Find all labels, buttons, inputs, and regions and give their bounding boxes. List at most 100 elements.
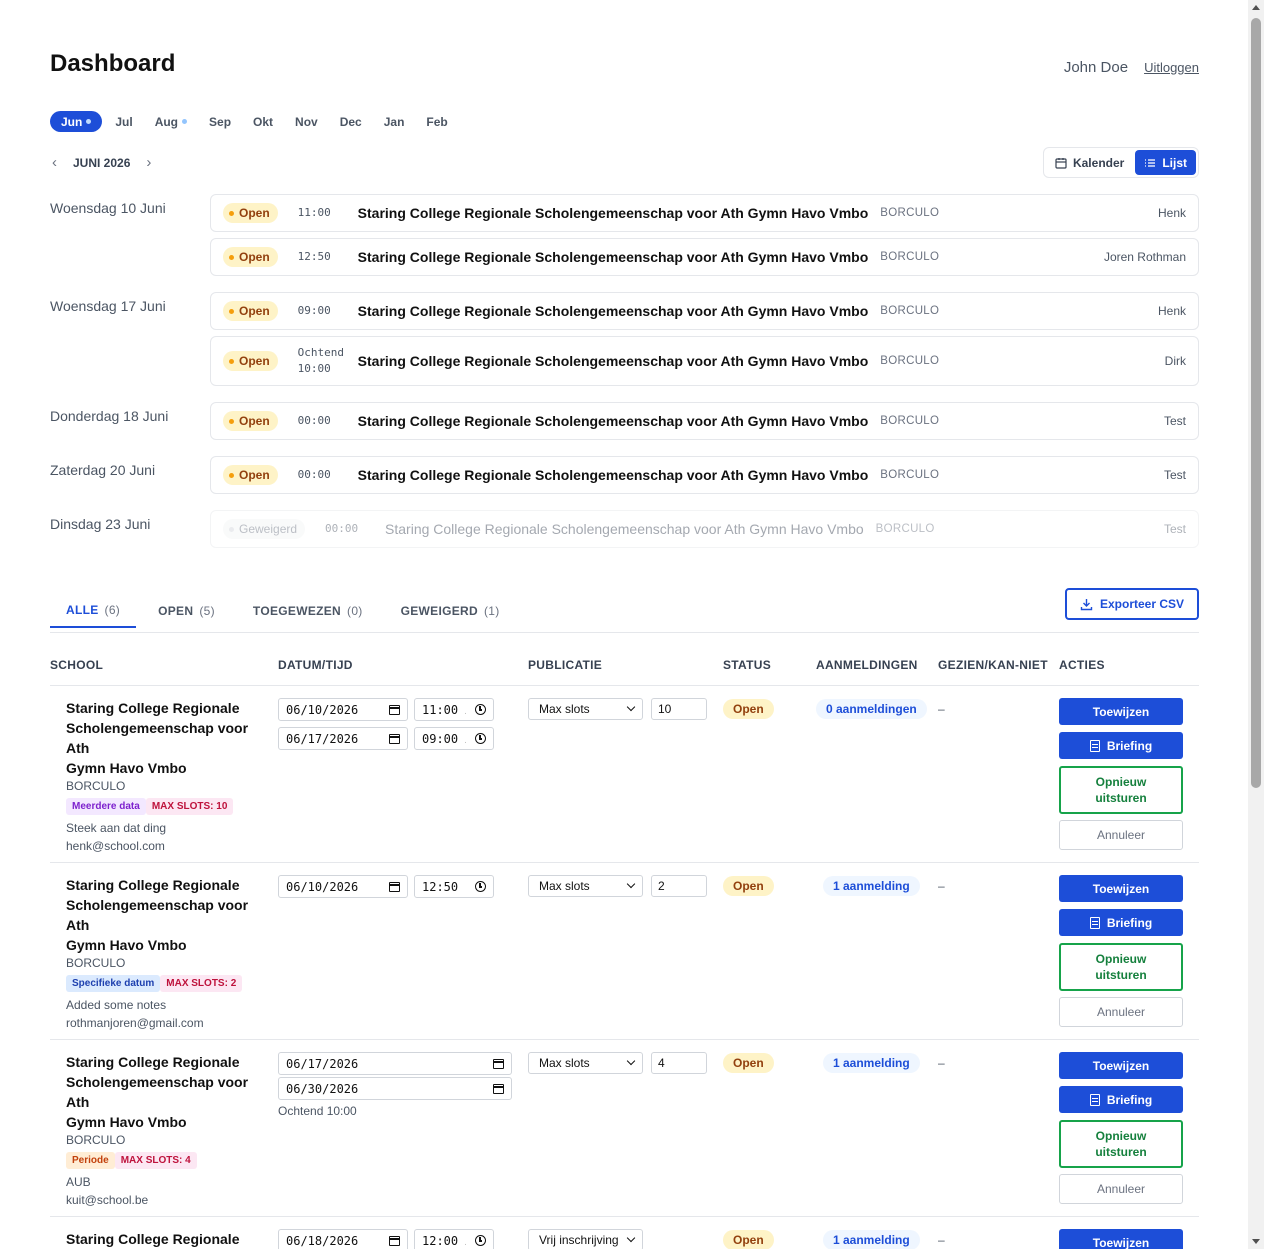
month-pill-nov[interactable]: Nov bbox=[284, 111, 329, 132]
cancel-button[interactable]: Annuleer bbox=[1059, 820, 1183, 850]
calendar-icon[interactable] bbox=[389, 733, 400, 744]
event-card[interactable]: Open 12:50 Staring College Regionale Sch… bbox=[210, 238, 1199, 276]
month-pill-okt[interactable]: Okt bbox=[242, 111, 284, 132]
briefing-button[interactable]: Briefing bbox=[1059, 1086, 1183, 1113]
table-row-school: Staring College Regionale Scholengemeensc… bbox=[66, 875, 266, 1032]
publication-select[interactable]: Max slots bbox=[528, 875, 643, 897]
date-input[interactable]: 06/18/2026 bbox=[278, 1229, 408, 1249]
event-city: BORCULO bbox=[880, 469, 940, 481]
signups-badge[interactable]: 1 aanmelding bbox=[823, 1230, 920, 1249]
assign-button[interactable]: Toewijzen bbox=[1059, 875, 1183, 902]
date-input[interactable]: 06/10/2026 bbox=[278, 698, 408, 721]
assign-button[interactable]: Toewijzen bbox=[1059, 1052, 1183, 1079]
event-city: BORCULO bbox=[880, 305, 940, 317]
tab-alle[interactable]: ALLE (6) bbox=[50, 594, 137, 628]
next-month-chevron-icon[interactable]: › bbox=[144, 154, 153, 171]
clock-icon[interactable] bbox=[475, 733, 486, 744]
tab-geweigerd[interactable]: GEWEIGERD (1) bbox=[385, 594, 516, 628]
document-icon bbox=[1089, 1093, 1100, 1106]
date-value: 06/10/2026 bbox=[286, 702, 359, 717]
day-label: Zaterdag 20 Juni bbox=[50, 462, 156, 478]
scrollbar-thumb[interactable] bbox=[1251, 18, 1261, 788]
month-pill-dec[interactable]: Dec bbox=[329, 111, 373, 132]
clock-icon[interactable] bbox=[475, 1235, 486, 1246]
type-tag: Periode bbox=[66, 1152, 115, 1169]
date-value: 06/17/2026 bbox=[286, 1056, 359, 1071]
event-person: Henk bbox=[1157, 206, 1186, 220]
month-pill-jul[interactable]: Jul bbox=[104, 111, 143, 132]
assign-button[interactable]: Toewijzen bbox=[1059, 698, 1183, 725]
export-csv-button[interactable]: Exporteer CSV bbox=[1065, 588, 1199, 620]
prev-month-chevron-icon[interactable]: ‹ bbox=[50, 154, 59, 171]
month-pill-feb[interactable]: Feb bbox=[415, 111, 458, 132]
event-card[interactable]: Open 00:00 Staring College Regionale Sch… bbox=[210, 402, 1199, 440]
event-card[interactable]: Geweigerd 00:00 Staring College Regional… bbox=[210, 510, 1199, 548]
slots-input[interactable]: 4 bbox=[651, 1052, 707, 1074]
event-time-value: 10:00 bbox=[297, 362, 331, 375]
time-input[interactable]: 12:00 A bbox=[414, 1229, 494, 1249]
scroll-down-arrow-icon[interactable] bbox=[1252, 1239, 1260, 1244]
event-city: BORCULO bbox=[880, 251, 940, 263]
status-dot-icon bbox=[229, 308, 234, 314]
event-card[interactable]: Open Ochtend 10:00 Staring College Region… bbox=[210, 336, 1199, 386]
row-divider bbox=[50, 1039, 1199, 1040]
time-input[interactable]: 11:00 A bbox=[414, 698, 494, 721]
resend-button[interactable]: Opnieuw uitsturen bbox=[1059, 1120, 1183, 1168]
publication-select[interactable]: Vrij inschrijving bbox=[528, 1229, 643, 1249]
school-name-line: Staring College Regionale bbox=[66, 877, 240, 893]
date-value: 06/30/2026 bbox=[286, 1081, 359, 1096]
resend-button[interactable]: Opnieuw uitsturen bbox=[1059, 943, 1183, 991]
calendar-view-button[interactable]: Kalender bbox=[1046, 150, 1133, 175]
signups-badge[interactable]: 1 aanmelding bbox=[823, 1053, 920, 1073]
clock-icon[interactable] bbox=[475, 704, 486, 715]
event-card[interactable]: Open 09:00 Staring College Regionale Sch… bbox=[210, 292, 1199, 330]
calendar-icon[interactable] bbox=[493, 1083, 504, 1094]
publication-select[interactable]: Max slots bbox=[528, 1052, 643, 1074]
month-pill-jun[interactable]: Jun bbox=[50, 111, 103, 132]
publication-select[interactable]: Max slots bbox=[528, 698, 643, 720]
scroll-up-arrow-icon[interactable] bbox=[1252, 5, 1260, 10]
resend-button[interactable]: Opnieuw uitsturen bbox=[1059, 766, 1183, 814]
event-card[interactable]: Open 11:00 Staring College Regionale Sch… bbox=[210, 194, 1199, 232]
month-pill-sep[interactable]: Sep bbox=[198, 111, 242, 132]
assign-button[interactable]: Toewijzen bbox=[1059, 1229, 1183, 1249]
publication-value: Max slots bbox=[539, 879, 590, 893]
event-card[interactable]: Open 00:00 Staring College Regionale Sch… bbox=[210, 456, 1199, 494]
school-name-line: Scholengemeenschap voor Ath bbox=[66, 720, 249, 756]
table-row-school: Staring College Regionale bbox=[66, 1229, 266, 1249]
briefing-button[interactable]: Briefing bbox=[1059, 909, 1183, 936]
school-name-line: Staring College Regionale bbox=[66, 1231, 240, 1247]
tab-label: ALLE bbox=[66, 603, 99, 617]
school-note: AUB bbox=[66, 1175, 91, 1189]
month-nav: ‹ JUNI 2026 › bbox=[50, 154, 153, 171]
calendar-icon[interactable] bbox=[389, 1235, 400, 1246]
logout-link[interactable]: Uitloggen bbox=[1144, 60, 1199, 75]
event-person: Test bbox=[1163, 522, 1186, 536]
cancel-button[interactable]: Annuleer bbox=[1059, 997, 1183, 1027]
time-input[interactable]: 09:00 A bbox=[414, 727, 494, 750]
event-status-badge: Open bbox=[223, 351, 278, 371]
list-view-button[interactable]: Lijst bbox=[1135, 150, 1196, 175]
date-input[interactable]: 06/30/2026 bbox=[278, 1077, 512, 1100]
tab-toegewezen[interactable]: TOEGEWEZEN (0) bbox=[237, 594, 379, 628]
calendar-icon[interactable] bbox=[493, 1058, 504, 1069]
calendar-icon[interactable] bbox=[389, 704, 400, 715]
clock-icon[interactable] bbox=[475, 881, 486, 892]
cancel-button[interactable]: Annuleer bbox=[1059, 1174, 1183, 1204]
briefing-button[interactable]: Briefing bbox=[1059, 732, 1183, 759]
date-input[interactable]: 06/17/2026 bbox=[278, 1052, 512, 1075]
page-scrollbar[interactable] bbox=[1248, 0, 1264, 1249]
time-input[interactable]: 12:50 P bbox=[414, 875, 494, 898]
signups-badge[interactable]: 1 aanmelding bbox=[823, 876, 920, 896]
slots-input[interactable]: 10 bbox=[651, 698, 707, 720]
date-input[interactable]: 06/10/2026 bbox=[278, 875, 408, 898]
tab-open[interactable]: OPEN (5) bbox=[142, 594, 231, 628]
date-input[interactable]: 06/17/2026 bbox=[278, 727, 408, 750]
signups-badge[interactable]: 0 aanmeldingen bbox=[816, 699, 927, 719]
calendar-icon[interactable] bbox=[389, 881, 400, 892]
month-pill-jan[interactable]: Jan bbox=[373, 111, 416, 132]
resend-label-line: Opnieuw bbox=[1095, 952, 1147, 966]
month-pill-aug[interactable]: Aug bbox=[144, 111, 198, 132]
slots-input[interactable]: 2 bbox=[651, 875, 707, 897]
date-value: 06/18/2026 bbox=[286, 1233, 359, 1248]
